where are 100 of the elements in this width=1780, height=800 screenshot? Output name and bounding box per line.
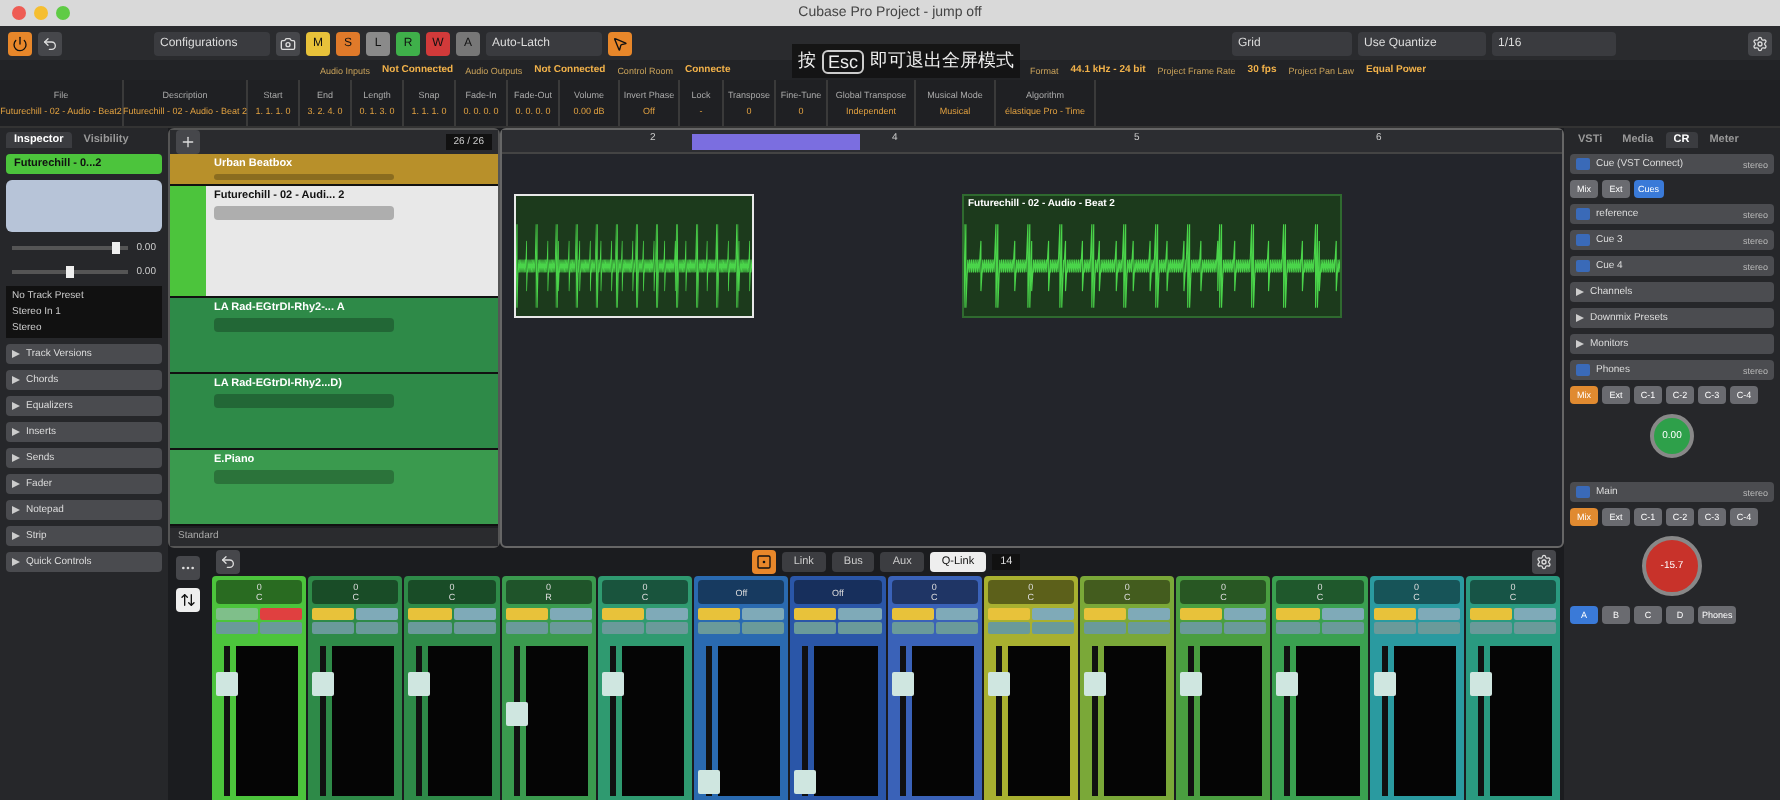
fader-view-button[interactable] xyxy=(176,588,200,612)
minimize-button[interactable] xyxy=(34,6,48,20)
listen-button[interactable] xyxy=(891,622,934,634)
edit-button[interactable] xyxy=(356,622,399,634)
edit-button[interactable] xyxy=(1321,622,1364,634)
settings-button[interactable] xyxy=(1748,31,1772,55)
power-button[interactable] xyxy=(8,31,32,55)
listen-button[interactable] xyxy=(1180,622,1223,634)
camera-button[interactable] xyxy=(276,31,300,55)
mute-button[interactable] xyxy=(505,608,548,620)
listen-button[interactable] xyxy=(794,622,837,634)
edit-button[interactable] xyxy=(1128,622,1171,634)
solo-button[interactable] xyxy=(1031,608,1074,620)
fader-handle[interactable] xyxy=(312,671,335,696)
listen-button[interactable] xyxy=(1469,622,1512,634)
fader-handle[interactable] xyxy=(1083,671,1106,696)
audio-event[interactable] xyxy=(514,194,754,318)
expand-triangle-icon xyxy=(1576,314,1584,322)
mute-button[interactable] xyxy=(1373,608,1416,620)
power-icon xyxy=(12,35,28,51)
fader-handle[interactable] xyxy=(987,671,1010,696)
expand-triangle-icon xyxy=(1576,340,1584,348)
fader-handle[interactable] xyxy=(1469,671,1492,696)
edit-button[interactable] xyxy=(549,622,592,634)
solo-button[interactable] xyxy=(260,608,303,620)
fader-handle[interactable] xyxy=(216,671,238,696)
channel-filter-button[interactable] xyxy=(751,550,776,574)
maximize-button[interactable] xyxy=(56,6,70,20)
mute-button[interactable] xyxy=(794,608,837,620)
expand-triangle-icon xyxy=(12,428,20,436)
edit-button[interactable] xyxy=(1031,622,1074,634)
listen-button[interactable] xyxy=(408,622,452,634)
fader-handle[interactable] xyxy=(1373,671,1396,696)
edit-button[interactable] xyxy=(1224,622,1267,634)
expand-triangle-icon xyxy=(12,506,20,514)
listen-button[interactable] xyxy=(601,622,644,634)
listen-button[interactable] xyxy=(987,622,1030,634)
listen-button[interactable] xyxy=(216,622,259,634)
slider-thumb[interactable] xyxy=(112,241,121,253)
mute-button[interactable] xyxy=(891,608,934,620)
mute-button[interactable] xyxy=(312,608,355,620)
fader-handle[interactable] xyxy=(601,671,624,696)
fader-handle[interactable] xyxy=(1276,671,1299,696)
fader-handle[interactable] xyxy=(891,671,914,696)
up-down-arrows-icon xyxy=(180,592,196,608)
undo-button[interactable] xyxy=(38,31,62,55)
listen-button[interactable] xyxy=(312,622,355,634)
pointer-tool-button[interactable] xyxy=(608,31,632,55)
solo-button[interactable] xyxy=(453,608,496,620)
fader-handle[interactable] xyxy=(698,769,721,793)
undo-icon xyxy=(42,35,58,51)
settings-icon xyxy=(1752,35,1768,51)
track-buttons-panel[interactable] xyxy=(6,180,162,232)
fader-handle[interactable] xyxy=(1180,671,1203,696)
solo-button[interactable] xyxy=(742,608,785,620)
mute-button[interactable] xyxy=(698,608,741,620)
solo-button[interactable] xyxy=(645,608,689,620)
solo-button[interactable] xyxy=(1321,608,1364,620)
undo-button[interactable] xyxy=(216,550,240,574)
track-controls[interactable] xyxy=(214,470,394,484)
mute-button[interactable] xyxy=(601,608,644,620)
listen-button[interactable] xyxy=(1276,622,1320,634)
more-button[interactable] xyxy=(176,556,200,580)
pointer-icon xyxy=(612,35,628,51)
track-controls[interactable] xyxy=(214,318,394,332)
listen-button[interactable] xyxy=(698,622,741,634)
edit-button[interactable] xyxy=(645,622,689,634)
track-controls[interactable] xyxy=(214,394,394,408)
track-controls[interactable] xyxy=(214,174,394,180)
mute-button[interactable] xyxy=(1180,608,1223,620)
mute-button[interactable] xyxy=(1469,608,1512,620)
solo-button[interactable] xyxy=(1128,608,1171,620)
edit-button[interactable] xyxy=(935,622,978,634)
track-controls[interactable] xyxy=(214,206,394,220)
edit-button[interactable] xyxy=(453,622,496,634)
solo-button[interactable] xyxy=(1224,608,1267,620)
close-button[interactable] xyxy=(12,6,26,20)
solo-button[interactable] xyxy=(1417,608,1460,620)
edit-button[interactable] xyxy=(1513,622,1557,634)
solo-button[interactable] xyxy=(1513,608,1557,620)
listen-button[interactable] xyxy=(1083,622,1127,634)
esc-key: Esc xyxy=(822,49,865,73)
expand-triangle-icon xyxy=(1576,288,1584,296)
expand-triangle-icon xyxy=(12,558,20,566)
edit-button[interactable] xyxy=(1417,622,1460,634)
edit-button[interactable] xyxy=(742,622,785,634)
edit-button[interactable] xyxy=(260,622,303,634)
solo-button[interactable] xyxy=(935,608,978,620)
fader-handle[interactable] xyxy=(408,671,431,696)
undo-icon xyxy=(220,554,236,570)
solo-button[interactable] xyxy=(549,608,592,620)
listen-button[interactable] xyxy=(505,622,548,634)
expand-triangle-icon xyxy=(12,454,20,462)
solo-button[interactable] xyxy=(356,608,399,620)
fader-handle[interactable] xyxy=(505,701,528,726)
settings-button[interactable] xyxy=(1532,550,1557,574)
fader-handle[interactable] xyxy=(794,769,817,793)
cycle-locator[interactable] xyxy=(692,134,860,150)
slider-thumb[interactable] xyxy=(66,265,75,277)
listen-button[interactable] xyxy=(1373,622,1416,634)
